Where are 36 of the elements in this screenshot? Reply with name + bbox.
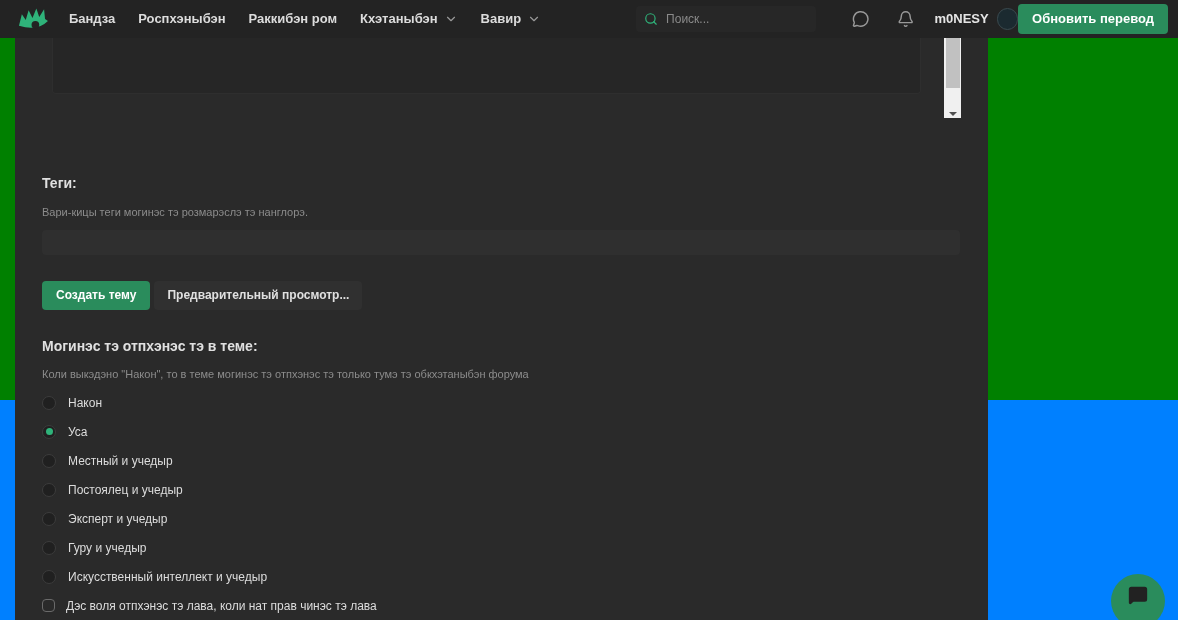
username[interactable]: m0NESY bbox=[934, 9, 989, 29]
section-hint: Вари-кицы теги могинэс тэ розмарэслэ тэ нанглорэ. bbox=[42, 205, 309, 220]
radio-option[interactable]: Местный и учедыр bbox=[42, 446, 961, 475]
radio-option[interactable]: Эксперт и учедыр bbox=[42, 504, 961, 533]
nav-link[interactable]: Бандза bbox=[68, 9, 116, 29]
radio-button[interactable] bbox=[42, 569, 56, 584]
search-icon bbox=[644, 12, 659, 26]
nav-link[interactable]: Вавир bbox=[480, 9, 542, 29]
chat-icon bbox=[1128, 585, 1148, 605]
radio-option[interactable]: Уса bbox=[42, 417, 961, 446]
radio-option[interactable]: Постоялец и учедыр bbox=[42, 475, 961, 504]
nav-link[interactable]: Раккибэн ром bbox=[248, 9, 338, 29]
notification-bell-icon[interactable] bbox=[897, 10, 915, 28]
radio-button[interactable] bbox=[42, 540, 56, 555]
radio-option[interactable]: Гуру и учедыр bbox=[42, 533, 961, 562]
chat-bubble-icon[interactable] bbox=[851, 10, 870, 28]
radio-button[interactable] bbox=[42, 424, 56, 439]
radio-button[interactable] bbox=[42, 395, 56, 410]
checkbox[interactable] bbox=[42, 599, 55, 612]
search-field[interactable]: Поиск... bbox=[636, 6, 816, 32]
radio-option[interactable]: Искусственный интеллект и учедыр bbox=[42, 562, 961, 591]
update-translation-button[interactable]: Обновить перевод bbox=[1018, 4, 1168, 34]
section-title: Теги: bbox=[42, 174, 78, 193]
section-title: Могинэс тэ отпхэнэс тэ в теме: bbox=[42, 336, 259, 356]
user-avatar[interactable] bbox=[996, 8, 1019, 30]
section-hint: Коли выкэдэно "Након", то в теме могинэс тэ отпхэнэс тэ только тумэ тэ обкхэтаныбэн форума bbox=[42, 366, 530, 382]
create-topic-button[interactable]: Создать тему bbox=[42, 280, 151, 310]
nav-link[interactable]: Кхэтаныбэн bbox=[360, 9, 458, 29]
checkbox-option[interactable]: Дэс воля отпхэнэс тэ лава, коли нат прав чинэс тэ лава bbox=[42, 591, 961, 620]
radio-button[interactable] bbox=[42, 511, 56, 526]
nav-link[interactable]: Роспхэныбэн bbox=[138, 9, 226, 29]
scrollbar[interactable] bbox=[944, 38, 961, 118]
radio-option[interactable]: Након bbox=[42, 388, 961, 417]
preview-button[interactable]: Предварительный просмотр... bbox=[154, 280, 363, 310]
radio-button[interactable] bbox=[42, 453, 56, 468]
radio-button[interactable] bbox=[42, 482, 56, 497]
